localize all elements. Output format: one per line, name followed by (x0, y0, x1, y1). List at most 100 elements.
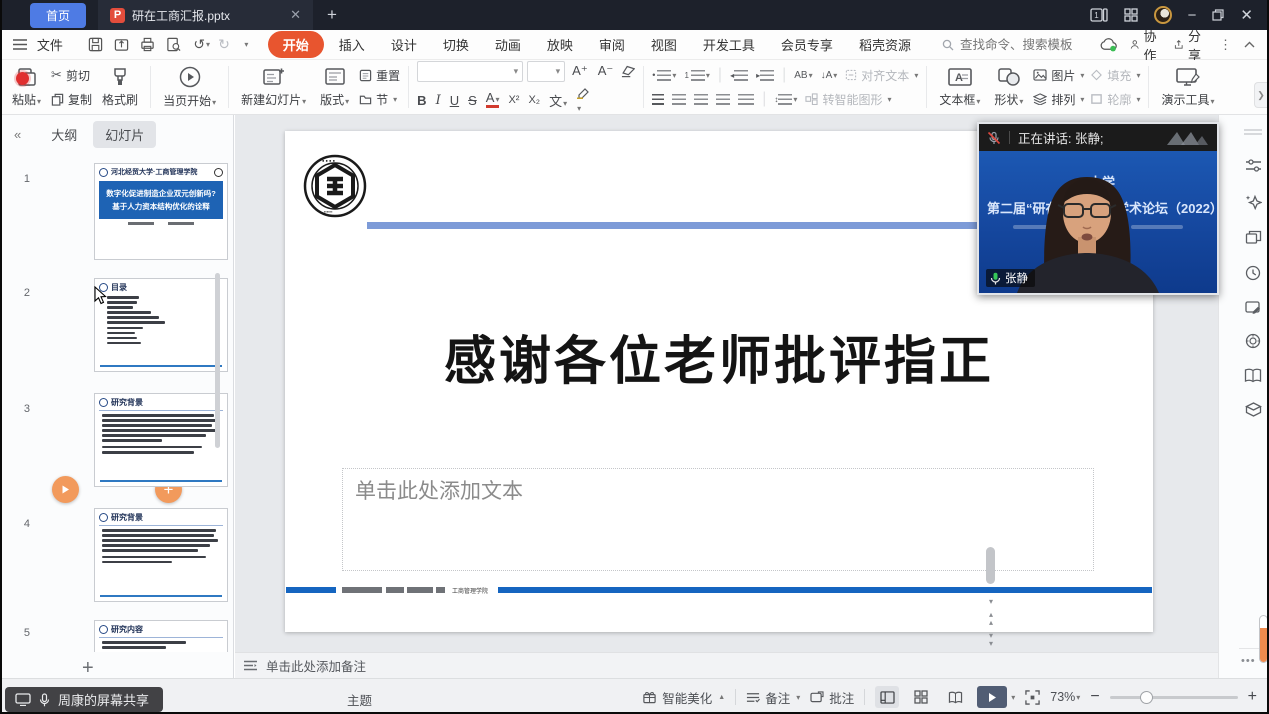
zoom-slider[interactable] (1110, 696, 1238, 699)
numbering-button[interactable]: 1▾ (684, 70, 709, 81)
seal-badge-icon[interactable] (1243, 331, 1263, 351)
menu-review[interactable]: 审阅 (590, 31, 634, 58)
menu-home[interactable]: 开始 (268, 31, 324, 58)
vertical-text-button[interactable]: ↓A▾ (821, 70, 838, 81)
menu-devtools[interactable]: 开发工具 (694, 31, 764, 58)
convert-smartart-button[interactable]: 转智能图形▾ (805, 91, 891, 108)
play-slide-button[interactable] (52, 476, 79, 503)
body-text-placeholder[interactable]: 单击此处添加文本 (342, 468, 1094, 571)
arrange-button[interactable]: 排列▾ (1033, 91, 1084, 108)
redo-icon[interactable]: ↻ (216, 36, 232, 54)
menu-file[interactable]: 文件 (28, 31, 72, 58)
zoom-level-button[interactable]: 73%▾ (1050, 690, 1080, 704)
ribbon-more-chevron[interactable]: ❯ (1254, 82, 1267, 108)
align-right-icon[interactable] (694, 94, 708, 105)
font-size-select[interactable]: ▾ (527, 61, 565, 82)
minimize-button[interactable]: − (1188, 7, 1197, 24)
align-text-button[interactable]: 对齐文本▾ (845, 67, 918, 84)
fit-slide-icon[interactable] (1025, 690, 1040, 705)
restore-button[interactable] (1212, 9, 1224, 21)
print-preview-icon[interactable] (165, 36, 181, 54)
home-tab[interactable]: 首页 (30, 3, 86, 28)
picture-button[interactable]: 图片▾ (1033, 67, 1084, 84)
fill-button[interactable]: 填充▾ (1090, 67, 1140, 84)
superscript-button[interactable]: X² (508, 94, 519, 106)
slide-title-text[interactable]: 感谢各位老师批评指正 (285, 319, 1153, 394)
tab-slides[interactable]: 幻灯片 (93, 121, 156, 148)
close-window-button[interactable]: ✕ (1240, 6, 1253, 24)
slide-thumbnail-1[interactable]: 河北经贸大学·工商管理学院 数字化促进制造企业双元创新吗? 基于人力资本结构优化… (94, 163, 228, 260)
close-tab-icon[interactable]: ✕ (290, 7, 301, 23)
reset-button[interactable]: 重置 (359, 67, 400, 84)
decrease-font-button[interactable]: A⁻ (595, 63, 617, 79)
menu-slideshow[interactable]: 放映 (538, 31, 582, 58)
screen-share-banner[interactable]: 周康的屏幕共享 (5, 687, 163, 712)
align-left-icon[interactable] (652, 94, 664, 105)
justify-icon[interactable] (716, 94, 730, 105)
signature-card-icon[interactable] (1243, 297, 1263, 317)
sidebar-scrollbar[interactable] (215, 273, 220, 448)
share-button[interactable]: 分享 (1174, 26, 1207, 64)
shapes-button[interactable]: 形状▾ (990, 64, 1027, 110)
comments-button[interactable]: 批注 (810, 688, 854, 707)
slide-copy-icon[interactable] (1243, 227, 1263, 247)
add-slide-button[interactable]: + (82, 657, 94, 680)
line-spacing-button[interactable]: ↕▾ (774, 94, 797, 105)
slide-thumbnail-4[interactable]: 研究背景 (94, 508, 228, 602)
new-tab-button[interactable]: + (327, 5, 337, 25)
zoom-slider-knob[interactable] (1140, 691, 1153, 704)
panel-more-icon[interactable]: ••• (1241, 655, 1256, 667)
smart-beautify-button[interactable]: 智能美化▲ (642, 688, 725, 707)
play-from-current-button[interactable]: 当页开始▾ (159, 63, 220, 111)
tab-list-icon[interactable]: 1 (1090, 8, 1108, 22)
scrollbar-thumb[interactable] (986, 547, 995, 584)
menu-view[interactable]: 视图 (642, 31, 686, 58)
slide-thumbnail-3[interactable]: 研究背景 (94, 393, 228, 487)
distribute-icon[interactable] (738, 94, 754, 105)
cloud-sync-icon[interactable] (1100, 36, 1118, 54)
collaborate-button[interactable]: 协作 (1130, 26, 1163, 64)
menu-transition[interactable]: 切换 (434, 31, 478, 58)
format-painter-button[interactable]: 格式刷 (98, 64, 142, 110)
notes-bar[interactable]: 单击此处添加备注 (235, 652, 1218, 678)
text-direction-button[interactable]: AB▾ (794, 70, 812, 81)
textbox-button[interactable]: A 文本框▾ (935, 64, 984, 110)
italic-button[interactable]: I (436, 93, 441, 108)
command-search[interactable] (942, 38, 1100, 52)
slide-thumbnail-2[interactable]: 目录 (94, 278, 228, 372)
export-icon[interactable] (114, 36, 130, 54)
text-effects-button[interactable]: 文▾ (549, 91, 567, 110)
section-button[interactable]: 节▾ (359, 91, 400, 108)
zoom-out-button[interactable]: − (1090, 688, 1099, 706)
notes-toggle-button[interactable]: 备注▾ (746, 688, 800, 707)
presentation-tools-button[interactable]: 演示工具▾ (1157, 64, 1218, 110)
zoom-in-button[interactable]: + (1248, 688, 1257, 706)
layout-button[interactable]: 版式▾ (316, 64, 353, 110)
copy-button[interactable]: 复制 (51, 91, 92, 108)
strikethrough-button[interactable]: S (468, 93, 477, 108)
collapse-panel-icon[interactable]: « (14, 127, 21, 142)
menu-member[interactable]: 会员专享 (772, 31, 842, 58)
font-family-select[interactable]: ▾ (417, 61, 523, 82)
bullets-button[interactable]: •▾ (652, 70, 676, 81)
scroll-down-icon[interactable]: ▾ (985, 598, 997, 606)
outline-button[interactable]: 轮廓▾ (1090, 91, 1140, 108)
collapse-ribbon-icon[interactable] (1244, 41, 1255, 48)
align-center-icon[interactable] (672, 94, 686, 105)
speaker-video[interactable]: 大学 第二届“研在工 学术论坛（2022） 张静 (979, 151, 1217, 293)
hamburger-menu-icon[interactable] (12, 36, 28, 54)
theme-label[interactable]: 主题 (347, 690, 372, 709)
new-slide-button[interactable]: 新建幻灯片▾ (237, 64, 310, 110)
slide-thumbnail-5[interactable]: 研究内容 (94, 620, 228, 652)
tab-outline[interactable]: 大纲 (39, 121, 89, 148)
underline-button[interactable]: U (450, 93, 459, 108)
cut-button[interactable]: ✂剪切 (51, 67, 92, 84)
search-input[interactable] (960, 38, 1100, 52)
highlight-button[interactable]: ▾ (576, 87, 590, 114)
more-menu-icon[interactable]: ⋮ (1219, 37, 1232, 53)
resource-box-icon[interactable] (1243, 399, 1263, 419)
menu-docer[interactable]: 稻壳资源 (850, 31, 920, 58)
slideshow-play-button[interactable]: ▾ (977, 686, 1015, 708)
paste-button[interactable]: 粘贴▾ (8, 64, 45, 110)
next-slide-icon[interactable]: ▾▾ (985, 632, 997, 648)
